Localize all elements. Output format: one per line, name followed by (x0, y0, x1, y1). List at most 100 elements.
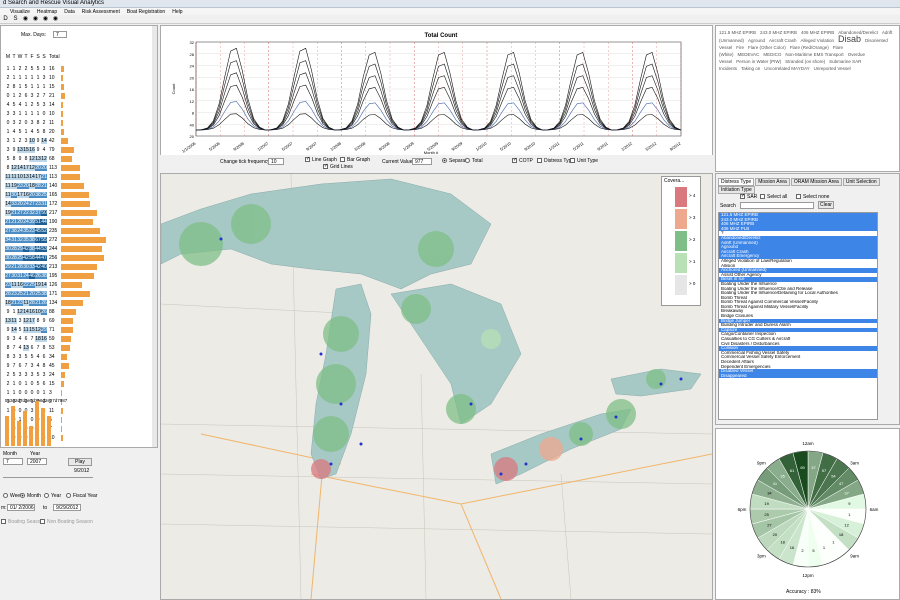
toolbar-icon-2[interactable]: ◉ (21, 15, 30, 22)
toolbar-icon-5[interactable]: ◉ (51, 15, 60, 22)
max-days-input[interactable]: 7 (53, 31, 67, 38)
calendar-scrollbar[interactable] (152, 26, 157, 447)
filter-tab[interactable]: Distress Type (718, 178, 755, 186)
cotp-option[interactable]: COTP (512, 158, 533, 164)
search-input[interactable] (740, 202, 814, 209)
map-view[interactable]: Covera... > 4 > 3 > 2 > 1 > 0 (160, 173, 713, 600)
toolbar-icon-4[interactable]: ◉ (41, 15, 50, 22)
calendar-week-row[interactable]: 9 3 4 6 7 18 16 59 (5, 334, 155, 343)
calendar-week-row[interactable]: 1 1 2 2 5 5 3 16 (5, 64, 155, 73)
calendar-week-row[interactable]: 0 1 2 6 3 2 7 21 (5, 91, 155, 100)
year-option[interactable]: Year (44, 493, 61, 499)
calendar-week-row[interactable]: 13 11 3 12 17 8 9 69 (5, 316, 155, 325)
calendar-week-row[interactable]: 19 21 27 22 32 37 50 217 (5, 208, 155, 217)
calendar-week-row[interactable]: 34 31 32 35 38 67 55 272 (5, 235, 155, 244)
calendar-week-row[interactable]: 2 8 1 5 1 1 1 15 (5, 82, 155, 91)
calendar-week-row[interactable]: 21 21 20 24 39 51 44 190 (5, 217, 155, 226)
non-boating-season-option[interactable]: Non Boating Season (40, 519, 93, 525)
distress-type-item[interactable]: Disappeared (719, 373, 877, 379)
select-none-option[interactable]: Select none (796, 194, 829, 200)
filter-tab[interactable]: Mission Area (755, 178, 790, 186)
calendar-week-row[interactable]: 0 3 2 0 3 8 2 11 (5, 118, 155, 127)
calendar-week-row[interactable]: 8 3 3 5 5 4 6 34 (5, 352, 155, 361)
calendar-week-row[interactable]: 3 1 2 3 10 9 14 42 (5, 136, 155, 145)
from-date-input[interactable]: 01/ 2/2006 (7, 504, 35, 511)
calendar-week-row[interactable]: 11 11 10 13 14 17 21 113 (5, 172, 155, 181)
tag-item[interactable]: Unreported Vessel (814, 66, 851, 71)
calendar-week-row[interactable]: 30 28 29 42 38 44 53 244 (5, 244, 155, 253)
tag-item[interactable]: Flare (Other Color) (748, 45, 786, 50)
tag-item[interactable]: Taking on (741, 66, 760, 71)
clear-button[interactable]: Clear (818, 201, 834, 209)
menu-item-4[interactable]: Risk Assessment (79, 8, 124, 15)
play-button[interactable]: Play (68, 458, 92, 466)
to-date-input[interactable]: 9/29/2012 (53, 504, 81, 511)
filter-tab[interactable]: Unit Selection (842, 178, 880, 186)
tag-item[interactable]: Person in Water (PIW) (736, 59, 781, 64)
calendar-week-row[interactable]: 14 33 20 24 27 23 31 172 (5, 199, 155, 208)
tag-item[interactable]: 121.5 MHZ EPIRB (719, 30, 756, 35)
tag-item[interactable]: Aground (748, 38, 765, 43)
menu-item-2[interactable]: Heatmap (34, 8, 61, 15)
grid-lines-option[interactable]: Grid Lines (323, 164, 353, 170)
select-all-option[interactable]: Select all (760, 194, 787, 200)
calendar-week-row[interactable]: 2 1 1 1 1 1 3 10 (5, 73, 155, 82)
calendar-week-row[interactable]: 23 11 16 22 25 19 14 126 (5, 280, 155, 289)
tag-item[interactable]: Fire (736, 45, 744, 50)
calendar-week-row[interactable]: 8 7 4 13 6 7 8 53 (5, 343, 155, 352)
great-lakes-map[interactable] (161, 174, 712, 599)
toolbar-icon-3[interactable]: ◉ (31, 15, 40, 22)
calendar-week-row[interactable]: 9 1 12 14 16 10 26 88 (5, 307, 155, 316)
tag-item[interactable]: Aircraft Crash (769, 38, 797, 43)
calendar-week-row[interactable]: 27 38 24 35 23 45 52 235 (5, 226, 155, 235)
calendar-week-row[interactable]: 5 8 9 8 12 13 12 68 (5, 154, 155, 163)
menu-item-3[interactable]: Data (61, 8, 79, 15)
tag-item[interactable]: Non-Maritime EMS Transport (785, 52, 843, 57)
calendar-week-row[interactable]: 11 19 23 20 18 28 21 140 (5, 181, 155, 190)
month-option[interactable]: Month (20, 493, 41, 499)
menu-item-5[interactable]: Boat Registration (124, 8, 169, 15)
tag-item[interactable]: 406 MHZ EPIRB (801, 30, 834, 35)
calendar-week-row[interactable]: 29 21 28 30 33 42 40 213 (5, 262, 155, 271)
tag-item[interactable]: Disab (838, 34, 861, 44)
toolbar-icon-0[interactable]: D (1, 16, 10, 22)
tag-item[interactable]: MEDICO (763, 52, 781, 57)
calendar-week-row[interactable]: 1 4 5 1 4 5 8 20 (5, 127, 155, 136)
calendar-week-row[interactable]: 3 3 1 1 1 1 0 10 (5, 109, 155, 118)
tag-item[interactable]: 243.0 MHZ EPIRB (760, 30, 797, 35)
toolbar-icon-1[interactable]: S (11, 16, 20, 22)
line-graph-option[interactable]: Line Graph (305, 157, 337, 163)
menu-item-0[interactable] (0, 12, 7, 13)
filter-tab[interactable]: ORAM Mission Area (790, 178, 842, 186)
calendar-week-row[interactable]: 18 21 23 11 28 21 26 134 (5, 298, 155, 307)
calendar-week-row[interactable]: 28 23 25 21 20 25 38 171 (5, 289, 155, 298)
calendar-week-row[interactable]: 4 5 4 1 2 5 3 14 (5, 100, 155, 109)
boating-season-option[interactable]: Boating Season (1, 519, 43, 525)
bar-graph-option[interactable]: Bar Graph (340, 157, 370, 163)
calendar-week-row[interactable]: 27 30 31 24 46 26 38 195 (5, 271, 155, 280)
calendar-week-row[interactable]: 9 14 5 11 15 12 29 71 (5, 325, 155, 334)
menu-item-6[interactable]: Help (169, 8, 186, 15)
fiscal-year-option[interactable]: Fiscal Year (66, 493, 97, 499)
distress-type-list[interactable]: 121.5 MHZ EPIRB 243.0 MHZ EPIRB 406 MHZ EP… (718, 212, 878, 420)
calendar-week-row[interactable]: 11 30 17 16 20 38 25 165 (5, 190, 155, 199)
tag-item[interactable]: Uncorrelated MAYDAY (764, 66, 809, 71)
filter-tab[interactable]: Initiation Type (718, 186, 755, 194)
calendar-week-row[interactable]: 9 7 6 7 3 4 8 45 (5, 361, 155, 370)
calendar-week-row[interactable]: 3 9 13 15 16 9 4 79 (5, 145, 155, 154)
calendar-week-row[interactable]: 11000013 (5, 388, 155, 397)
tag-item[interactable]: Flare (Red/Orange) (790, 45, 829, 50)
month-input[interactable]: 7 (3, 458, 23, 465)
distress-type-option[interactable]: Distress Type (537, 158, 574, 164)
unit-type-option[interactable]: Unit Type (570, 158, 598, 164)
time-slider[interactable] (3, 477, 93, 478)
tag-item[interactable]: Stranded (on shore) (785, 59, 825, 64)
calendar-week-row[interactable]: 30 28 29 42 58 44 47 256 (5, 253, 155, 262)
sar-option[interactable]: SAR (740, 194, 757, 200)
tick-frequency-input[interactable]: 10 (268, 158, 284, 165)
tag-item[interactable]: Alleged Violation (801, 38, 834, 43)
tag-item[interactable]: MEDEVAC (738, 52, 760, 57)
menu-item-1[interactable]: Visualize (7, 8, 34, 15)
total-option[interactable]: Total (465, 158, 483, 164)
calendar-week-row[interactable]: 8 12 14 17 12 20 20 113 (5, 163, 155, 172)
